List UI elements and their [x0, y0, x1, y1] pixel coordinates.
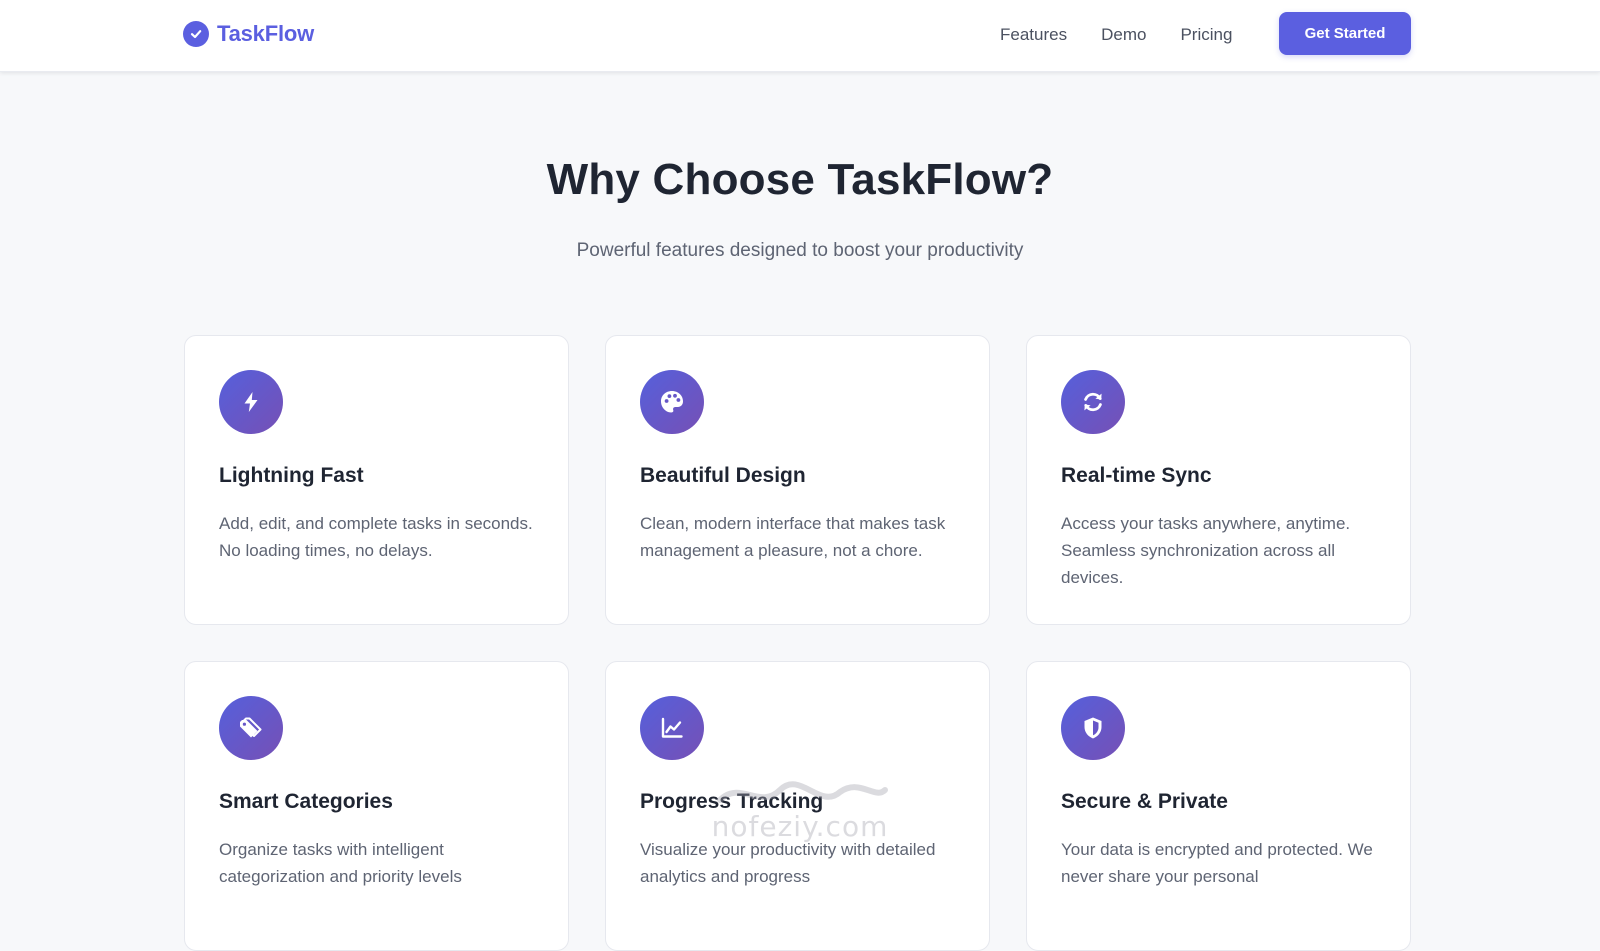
shield-icon: [1061, 696, 1125, 760]
palette-icon: [640, 370, 704, 434]
nav-link-pricing[interactable]: Pricing: [1180, 25, 1232, 45]
feature-title: Secure & Private: [1061, 790, 1228, 813]
chart-line-icon: [640, 696, 704, 760]
sync-icon: [1061, 370, 1125, 434]
nav-link-demo[interactable]: Demo: [1101, 25, 1146, 45]
feature-description: Add, edit, and complete tasks in seconds…: [219, 514, 533, 560]
feature-title: Lightning Fast: [219, 464, 364, 487]
tags-icon: [219, 696, 283, 760]
feature-description: Your data is encrypted and protected. We…: [1061, 840, 1373, 886]
feature-card-real-time-sync: Real-time Sync Access your tasks anywher…: [1026, 335, 1411, 625]
nav-links: Features Demo Pricing: [1000, 22, 1232, 48]
check-circle-icon: [183, 21, 209, 47]
logo-text: TaskFlow: [217, 21, 315, 46]
feature-description: Access your tasks anywhere, anytime. Sea…: [1061, 514, 1351, 587]
feature-grid: Lightning Fast Add, edit, and complete t…: [184, 335, 1411, 951]
logo[interactable]: TaskFlow: [183, 20, 314, 48]
feature-title: Progress Tracking: [640, 790, 824, 813]
navbar: TaskFlow Features Demo Pricing Get Start…: [0, 0, 1600, 72]
feature-card-smart-categories: Smart Categories Organize tasks with int…: [184, 661, 569, 951]
nav-link-features[interactable]: Features: [1000, 25, 1067, 45]
feature-card-beautiful-design: Beautiful Design Clean, modern interface…: [605, 335, 990, 625]
feature-card-lightning-fast: Lightning Fast Add, edit, and complete t…: [184, 335, 569, 625]
feature-card-progress-tracking: Progress Tracking Visualize your product…: [605, 661, 990, 951]
feature-title: Smart Categories: [219, 790, 393, 813]
feature-description: Organize tasks with intelligent categori…: [219, 840, 462, 886]
get-started-button[interactable]: Get Started: [1279, 12, 1411, 55]
feature-card-secure-private: Secure & Private Your data is encrypted …: [1026, 661, 1411, 951]
feature-description: Visualize your productivity with detaile…: [640, 840, 936, 886]
feature-title: Beautiful Design: [640, 464, 806, 487]
feature-description: Clean, modern interface that makes task …: [640, 514, 946, 560]
lightning-bolt-icon: [219, 370, 283, 434]
feature-title: Real-time Sync: [1061, 464, 1212, 487]
section-subtitle: Powerful features designed to boost your…: [576, 240, 1024, 261]
section-title: Why Choose TaskFlow?: [546, 155, 1054, 204]
